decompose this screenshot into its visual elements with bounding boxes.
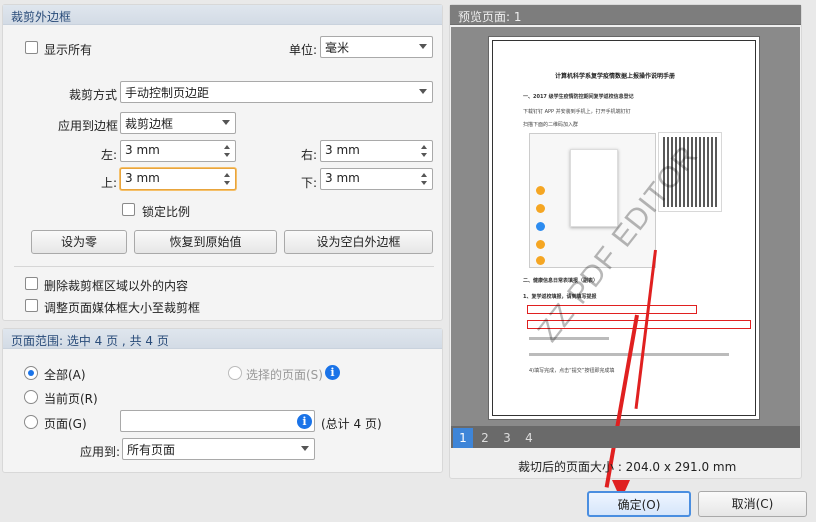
info-icon[interactable]: i [297,414,312,429]
chevron-down-icon [222,120,230,125]
current-page-label: 当前页(R) [44,392,98,406]
all-pages-label: 全部(A) [44,368,86,382]
spin-up-icon[interactable] [421,173,427,177]
divider [14,266,434,267]
info-icon[interactable]: i [325,365,340,380]
lock-ratio-label: 锁定比例 [142,205,191,219]
selected-pages-label: 选择的页面(S) [246,368,323,382]
ok-button[interactable]: 确定(O) [587,491,691,517]
left-margin-input[interactable]: 3 mm [120,140,236,162]
doc-title: 计算机科学系复学疫情数据上报操作说明手册 [555,73,676,80]
cropped-size-label: 裁切后的页面大小 : 204.0 x 291.0 mm [518,460,737,474]
spin-down-icon[interactable] [421,153,427,157]
delete-outside-checkbox[interactable] [25,277,38,290]
page-tab-2[interactable]: 2 [475,428,495,448]
bottom-label: 下: [301,176,318,190]
spin-down-icon[interactable] [224,181,230,185]
doc-heading: 一、2017 级学生疫情防控期间复学返校信息登记 [523,94,634,100]
right-margin-input[interactable]: 3 mm [320,140,433,162]
total-pages-label: (总计 4 页) [321,417,382,431]
chevron-down-icon [301,446,309,451]
spin-up-icon[interactable] [224,145,230,149]
chevron-down-icon [419,44,427,49]
current-page-radio[interactable] [24,390,38,404]
page-tab-1[interactable]: 1 [453,428,473,448]
page-range-label: 页面(G) [44,417,87,431]
doc-line: 扫描下面的二维码加入群 [523,122,579,128]
doc-line: 4)填写完成，点击“提交”按钮即完成填 [529,368,615,374]
selected-pages-radio[interactable] [228,366,242,380]
crop-mode-label: 裁剪方式 [69,88,118,102]
menu-popup [570,149,618,227]
delete-outside-label: 删除裁剪框区域以外的内容 [44,279,189,293]
app-icon [536,240,545,249]
lock-ratio-checkbox[interactable] [122,203,135,216]
doc-line [529,337,609,340]
spin-down-icon[interactable] [421,181,427,185]
app-icon [536,204,545,213]
page-range-radio[interactable] [24,415,38,429]
spin-up-icon[interactable] [224,173,230,177]
show-all-checkbox[interactable] [25,41,38,54]
chevron-down-icon [419,89,427,94]
right-label: 右: [301,148,318,162]
crop-margins-title: 裁剪外边框 [3,5,442,25]
cancel-button[interactable]: 取消(C) [698,491,807,517]
resize-media-label: 调整页面媒体框大小至裁剪框 [44,301,201,315]
unit-select[interactable]: 毫米 [320,36,433,58]
preview-page: 计算机科学系复学疫情数据上报操作说明手册 一、2017 级学生疫情防控期间复学返… [488,36,760,420]
page-tab-3[interactable]: 3 [497,428,517,448]
top-label: 上: [101,176,118,190]
doc-line: 下载钉钉 APP 并安装到手机上，打开手机端钉钉 [523,109,631,115]
preview-title: 预览页面: 1 [450,5,801,25]
set-white-margin-button[interactable]: 设为空白外边框 [284,230,433,254]
top-margin-input[interactable]: 3 mm [120,168,236,190]
restore-original-button[interactable]: 恢复到原始值 [134,230,277,254]
apply-to-label: 应用到: [80,445,121,459]
bottom-margin-input[interactable]: 3 mm [320,168,433,190]
spin-up-icon[interactable] [421,145,427,149]
app-icon [536,222,545,231]
unit-label: 单位: [289,43,318,57]
all-pages-radio[interactable] [24,366,38,380]
page-range-title: 页面范围: 选中 4 页 , 共 4 页 [3,329,442,349]
page-range-input[interactable] [120,410,315,432]
app-icon [536,256,545,265]
spin-down-icon[interactable] [224,153,230,157]
app-icon [536,186,545,195]
crop-mode-select[interactable]: 手动控制页边距 [120,81,433,103]
left-label: 左: [101,148,118,162]
apply-to-select[interactable]: 所有页面 [122,438,315,460]
apply-to-box-select[interactable]: 裁剪边框 [120,112,236,134]
apply-to-box-label: 应用到边框 [58,119,119,133]
resize-media-checkbox[interactable] [25,299,38,312]
set-zero-button[interactable]: 设为零 [31,230,127,254]
page-tab-4[interactable]: 4 [519,428,539,448]
show-all-label: 显示所有 [44,43,93,57]
